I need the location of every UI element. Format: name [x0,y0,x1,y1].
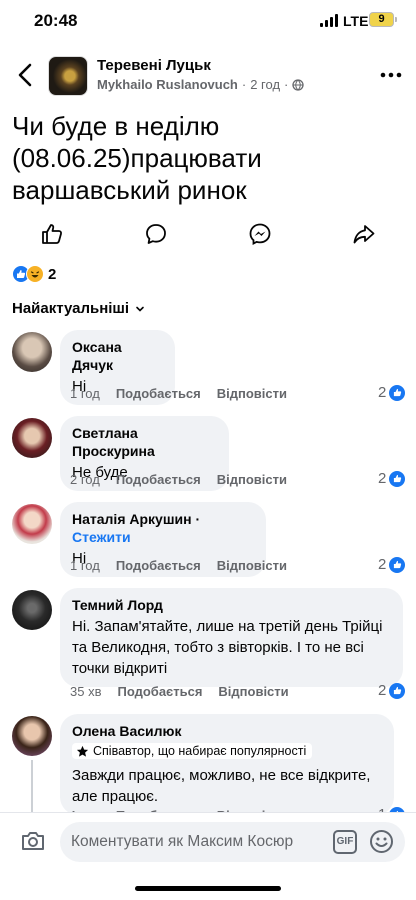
like-button[interactable]: Подобається [116,386,201,401]
comment-reactions[interactable]: 2 [378,470,406,487]
group-avatar[interactable] [48,56,88,96]
comment-author[interactable]: Олена Василюк [72,722,382,740]
share-icon[interactable] [352,222,376,246]
avatar[interactable] [12,590,52,630]
comment-composer: GIF [0,812,416,872]
comment-footer: 35 хв Подобається Відповісти [70,684,289,699]
follow-button[interactable]: Стежити [72,529,131,545]
reply-button[interactable]: Відповісти [217,558,287,573]
comment-author[interactable]: Оксана Дячук [72,338,163,374]
battery-tip [395,17,397,22]
comment-time: 35 хв [70,684,102,699]
reactions-summary[interactable]: 2 [12,264,56,284]
sort-label: Найактуальніші [12,300,130,317]
battery-icon: 9 [369,12,394,27]
reply-button[interactable]: Відповісти [217,472,287,487]
post-actions [0,218,416,252]
comment-time: 1 год [70,386,100,401]
post-meta: Mykhailo Ruslanovuch · 2 год · [97,77,305,92]
comment-text: Завжди працює, можливо, не все відкрите,… [72,766,371,805]
chevron-down-icon [136,306,144,312]
home-indicator[interactable] [135,886,281,891]
comment-reactions-count: 2 [378,470,387,487]
comment-footer: 2 год Подобається Відповісти [70,472,287,487]
network-label: LTE [343,13,369,29]
comment-reactions-count: 2 [378,556,387,573]
back-icon[interactable] [14,62,38,88]
comment-text: Ні. Запам'ятайте, лише на третій день Тр… [72,618,383,677]
comment-reactions[interactable]: 2 [378,556,406,573]
star-icon [76,745,89,757]
comment-footer: 1 год Подобається Відповісти [70,386,287,401]
avatar[interactable] [12,418,52,458]
like-reaction-icon [389,384,406,401]
contributor-badge: Співавтор, що набирає популярності [72,743,313,759]
post-header: Теревені Луцьк Mykhailo Ruslanovuch · 2 … [0,50,416,102]
badge-label: Співавтор, що набирає популярності [93,744,307,758]
status-time: 20:48 [34,11,78,30]
comment-author-row: Наталія Аркушин · Стежити [72,510,254,546]
comment-reactions-count: 2 [378,682,387,699]
avatar[interactable] [12,716,52,756]
status-bar: 20:48 LTE 9 [0,0,416,44]
like-reaction-icon [389,682,406,699]
comment-footer: 1 год Подобається Відповісти [70,558,287,573]
reply-button[interactable]: Відповісти [217,386,287,401]
reply-button[interactable]: Відповісти [218,684,288,699]
meta-separator: · [195,511,201,527]
like-button[interactable]: Подобається [116,472,201,487]
comment-bubble: Темний Лорд Ні. Запам'ятайте, лише на тр… [60,588,403,687]
group-name[interactable]: Теревені Луцьк [97,57,211,74]
comment-author[interactable]: Наталія Аркушин [72,511,192,527]
like-icon[interactable] [40,222,64,246]
thread-line [31,760,33,820]
reactions-count: 2 [48,265,57,283]
comment-author[interactable]: Светлана Проскурина [72,424,217,460]
post-time: 2 год [250,77,281,92]
like-reaction-icon [389,556,406,573]
gif-icon[interactable]: GIF [333,830,357,854]
signal-icon [320,14,338,27]
haha-reaction-icon [26,265,44,283]
messenger-icon[interactable] [248,222,272,246]
comment-reactions-count: 2 [378,384,387,401]
emoji-icon[interactable] [369,829,394,854]
avatar[interactable] [12,332,52,372]
comment-time: 1 год [70,558,100,573]
comment-reactions[interactable]: 2 [378,384,406,401]
post-author[interactable]: Mykhailo Ruslanovuch [97,77,238,92]
globe-icon [292,78,305,91]
comment-icon[interactable] [144,222,168,246]
sort-selector[interactable]: Найактуальніші [12,300,145,317]
more-icon[interactable] [380,64,402,86]
like-button[interactable]: Подобається [117,684,202,699]
like-reaction-icon [389,470,406,487]
comment-time: 2 год [70,472,100,487]
like-button[interactable]: Подобається [116,558,201,573]
meta-separator: · [241,77,247,92]
comment-bubble: Олена Василюк Співавтор, що набирає попу… [60,714,394,815]
meta-separator: · [284,77,289,92]
comment-author[interactable]: Темний Лорд [72,596,391,614]
avatar[interactable] [12,504,52,544]
comment-reactions[interactable]: 2 [378,682,406,699]
post-title: Чи буде в неділю (08.06.25)працювати вар… [12,111,262,205]
camera-icon[interactable] [20,829,46,853]
